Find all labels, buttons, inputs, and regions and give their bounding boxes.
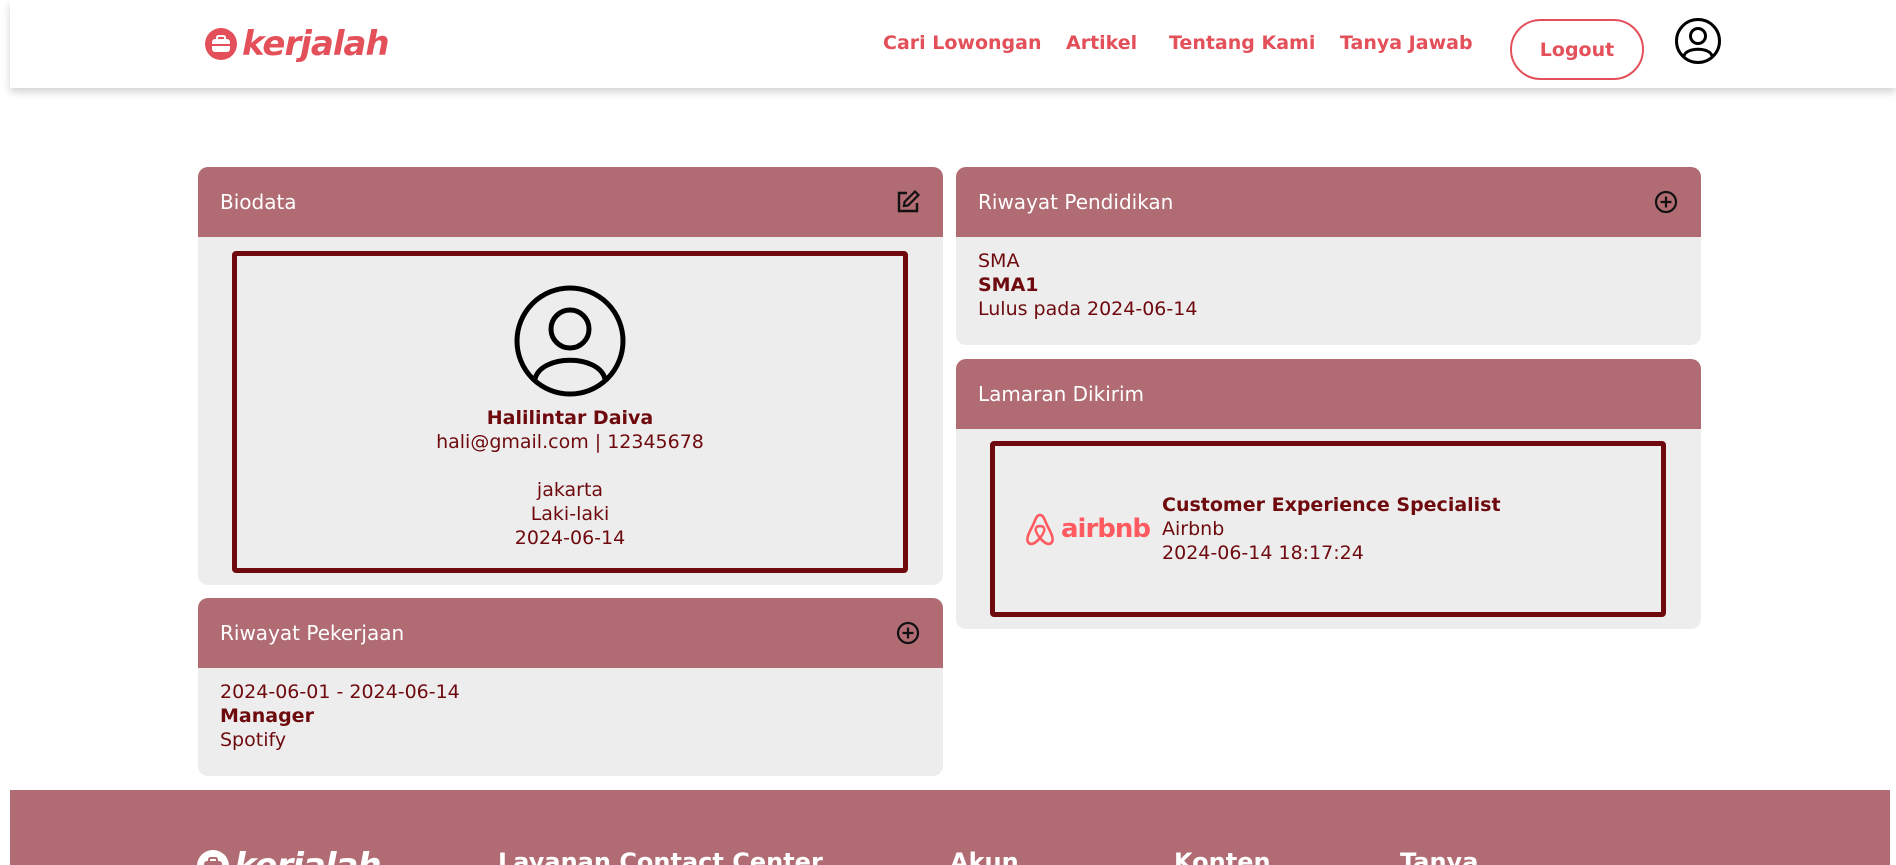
education-header: Riwayat Pendidikan: [956, 167, 1701, 237]
work-history-card: Riwayat Pekerjaan 2024-06-01 - 2024-06-1…: [198, 598, 943, 776]
logo-text: kerjalah: [242, 24, 390, 64]
footer-col-contact-center: Layanan Contact Center: [498, 848, 823, 865]
work-history-header: Riwayat Pekerjaan: [198, 598, 943, 668]
nav-artikel[interactable]: Artikel: [1066, 32, 1137, 54]
application-job-title: Customer Experience Specialist: [1162, 494, 1501, 516]
biodata-card: Biodata Halilintar Daiva hali@gmail.com …: [198, 167, 943, 585]
add-education-icon[interactable]: [1653, 189, 1679, 215]
education-entry: SMA SMA1 Lulus pada 2024-06-14: [956, 237, 1701, 333]
nav-cari-lowongan[interactable]: Cari Lowongan: [883, 32, 1042, 54]
profile-contact: hali@gmail.com | 12345678: [436, 431, 704, 453]
nav-tentang-kami[interactable]: Tentang Kami: [1169, 32, 1315, 54]
profile-date: 2024-06-14: [514, 527, 626, 549]
education-card: Riwayat Pendidikan SMA SMA1 Lulus pada 2…: [956, 167, 1701, 345]
airbnb-logo-text: airbnb: [1061, 514, 1151, 544]
biodata-box: Halilintar Daiva hali@gmail.com | 123456…: [232, 251, 908, 573]
biodata-title: Biodata: [220, 190, 297, 214]
user-profile-icon[interactable]: [1674, 17, 1722, 65]
education-level: SMA: [978, 250, 1020, 272]
footer: kerjalah Layanan Contact Center Akun Kon…: [10, 790, 1890, 865]
work-company: Spotify: [220, 729, 287, 751]
application-item[interactable]: airbnb Customer Experience Specialist Ai…: [990, 441, 1666, 617]
add-work-icon[interactable]: [895, 620, 921, 646]
work-period: 2024-06-01 - 2024-06-14: [220, 681, 460, 703]
work-history-title: Riwayat Pekerjaan: [220, 621, 405, 645]
airbnb-logo-icon: [1026, 513, 1054, 546]
application-company: Airbnb: [1162, 518, 1225, 540]
airbnb-logo: airbnb: [1023, 511, 1151, 547]
application-details: Customer Experience Specialist Airbnb 20…: [1162, 493, 1501, 565]
briefcase-logo-icon: [205, 28, 237, 60]
education-graduated: Lulus pada 2024-06-14: [978, 298, 1198, 320]
nav-tanya-jawab[interactable]: Tanya Jawab: [1340, 32, 1473, 54]
footer-col-tanya: Tanya: [1400, 848, 1479, 865]
kerjalah-logo[interactable]: kerjalah: [204, 22, 390, 66]
applications-card: Lamaran Dikirim airbnb Customer Experien…: [956, 359, 1701, 629]
profile-city: jakarta: [536, 479, 604, 501]
footer-briefcase-icon: [197, 850, 229, 865]
work-position: Manager: [220, 705, 314, 727]
education-school: SMA1: [978, 274, 1039, 296]
footer-logo-text: kerjalah: [234, 846, 382, 865]
footer-logo[interactable]: kerjalah: [196, 846, 382, 865]
application-sent-time: 2024-06-14 18:17:24: [1162, 542, 1364, 564]
footer-col-akun: Akun: [950, 848, 1019, 865]
footer-col-konten: Konten: [1174, 848, 1271, 865]
applications-title: Lamaran Dikirim: [978, 382, 1145, 406]
edit-icon[interactable]: [895, 189, 921, 215]
education-title: Riwayat Pendidikan: [978, 190, 1174, 214]
navbar: kerjalah Cari Lowongan Artikel Tentang K…: [10, 0, 1896, 88]
avatar-icon: [514, 285, 626, 397]
profile-gender: Laki-laki: [530, 503, 610, 525]
work-history-entry: 2024-06-01 - 2024-06-14 Manager Spotify: [198, 668, 943, 764]
logout-button[interactable]: Logout: [1510, 19, 1644, 80]
biodata-header: Biodata: [198, 167, 943, 237]
applications-header: Lamaran Dikirim: [956, 359, 1701, 429]
profile-name: Halilintar Daiva: [486, 407, 654, 429]
